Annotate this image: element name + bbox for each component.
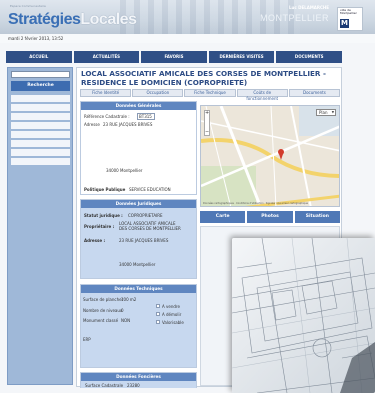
ref-label: Référence Cadastrale :	[84, 114, 130, 119]
sidebar-row[interactable]	[11, 95, 70, 104]
nav-favoris[interactable]: Favoris	[141, 51, 207, 63]
monument-label: Monument classé	[83, 318, 119, 323]
vendre-checkbox[interactable]	[156, 304, 160, 308]
policy-value: SERVICE EDUCATION	[129, 187, 171, 192]
surface-label: Surface de plancher	[83, 297, 124, 302]
panel-juridique-header: Données Juridiques	[81, 200, 196, 208]
demolir-checkbox[interactable]	[156, 312, 160, 316]
nav-accueil[interactable]: Accueil	[6, 51, 72, 63]
map-type-label: Plan	[319, 110, 328, 115]
current-date: mardi 2 février 2013, 13:52	[8, 36, 64, 41]
postal-value: 34000 Montpellier	[106, 168, 143, 173]
map-canvas	[201, 106, 339, 206]
zoom-in-icon[interactable]: +	[205, 111, 209, 116]
monument-value: NON	[121, 318, 131, 323]
juridique-address-label: Adresse :	[84, 238, 106, 243]
sidebar-row[interactable]	[11, 104, 70, 113]
address-label: Adresse	[84, 122, 100, 127]
panel-foncieres-header: Données Foncières	[81, 373, 196, 381]
foncieres-surface-label: Surface Cadastrale	[85, 383, 124, 388]
site-logo[interactable]: StratégiesLocales	[8, 11, 137, 29]
sidebar-row[interactable]	[11, 122, 70, 131]
nav-actualites[interactable]: Actualités	[73, 51, 140, 63]
user-name[interactable]: Luc DELAMARCHE	[289, 5, 329, 10]
city-name: MONTPELLIER	[259, 13, 329, 23]
valorisable-label: Valorisable	[162, 320, 184, 325]
sidebar: Recherche	[7, 67, 73, 385]
city-logo-m: M	[340, 19, 349, 28]
erp-label: ERP	[83, 337, 91, 342]
sidebar-results	[11, 95, 70, 167]
panel-general-header: Données Générales	[81, 102, 196, 110]
search-button[interactable]: Recherche	[11, 81, 70, 91]
tab-documents[interactable]: Documents	[288, 89, 341, 97]
search-input[interactable]	[11, 71, 70, 78]
sidebar-row[interactable]	[11, 149, 70, 158]
chevron-down-icon: ▼	[331, 110, 334, 114]
map-view[interactable]: + − Plan ▼ Données cartographiques · Cond…	[200, 105, 340, 207]
foncieres-surface-value: 23280	[127, 383, 140, 388]
panel-juridique: Données Juridiques Statut juridique : CO…	[80, 199, 197, 279]
blueprint-image	[232, 238, 375, 393]
map-tabs: Carte Photos Situation	[200, 211, 340, 223]
surface-value: 100 m2	[121, 297, 137, 302]
panel-general: Données Générales Référence Cadastrale :…	[80, 101, 197, 195]
map-carte-button[interactable]: Carte	[200, 211, 246, 223]
juridique-postal: 34000 Montpellier	[119, 262, 156, 267]
map-situation-button[interactable]: Situation	[294, 211, 340, 223]
vendre-label: A vendre	[162, 304, 180, 309]
address-value: 23 RUE JACQUES BRIVES	[103, 122, 153, 127]
blueprint-illustration	[232, 238, 375, 393]
sidebar-row[interactable]	[11, 113, 70, 122]
sidebar-row[interactable]	[11, 158, 70, 167]
statut-label: Statut juridique :	[84, 213, 123, 218]
nav-documents[interactable]: Documents	[276, 51, 342, 63]
sidebar-row[interactable]	[11, 131, 70, 140]
date-bar: mardi 2 février 2013, 13:52	[0, 34, 375, 43]
ref-field[interactable]: BT315	[137, 113, 155, 120]
city-logo-text: ville de Montpellier	[340, 8, 357, 16]
tab-fiche-identite[interactable]: Fiche Identité	[80, 89, 132, 97]
panel-technique-header: Données Techniques	[81, 285, 196, 293]
panel-technique: Données Techniques Surface de plancher 1…	[80, 284, 197, 368]
tab-fiche-technique[interactable]: Fiche Technique	[184, 89, 236, 97]
valorisable-checkbox[interactable]	[156, 320, 160, 324]
zoom-control[interactable]: + −	[204, 110, 210, 136]
niveaux-label: Nombre de niveaux	[83, 308, 123, 313]
policy-label: Politique Publique	[84, 187, 126, 192]
main-nav: Accueil Actualités Favoris Dernières Vis…	[6, 51, 342, 63]
niveaux-value: 0	[121, 308, 124, 313]
site-header: Espace Communautaire StratégiesLocales L…	[0, 0, 375, 34]
tab-occupation[interactable]: Occupation	[132, 89, 184, 97]
statut-value: COPROPRIETAIRE	[128, 213, 163, 218]
owner-value: LOCAL ASSOCIATIF AMICALE DES CORSES DE M…	[119, 221, 181, 231]
owner-label: Propriétaire :	[84, 224, 115, 229]
nav-dernieres-visites[interactable]: Dernières Visites	[208, 51, 275, 63]
detail-tabs: Fiche Identité Occupation Fiche Techniqu…	[80, 89, 341, 101]
city-logo: ville de Montpellier M	[337, 7, 363, 31]
header-tagline: Espace Communautaire	[10, 4, 46, 8]
tab-couts[interactable]: Coûts de fonctionnement	[236, 89, 288, 101]
zoom-out-icon[interactable]: −	[205, 130, 209, 135]
page-title: LOCAL ASSOCIATIF AMICALE DES CORSES DE M…	[81, 69, 326, 87]
map-type-dropdown[interactable]: Plan ▼	[316, 109, 336, 116]
map-footer: Données cartographiques · Conditions d'u…	[203, 202, 308, 205]
sidebar-row[interactable]	[11, 140, 70, 149]
map-photos-button[interactable]: Photos	[247, 211, 293, 223]
panel-foncieres: Données Foncières Surface Cadastrale 232…	[80, 372, 197, 388]
demolir-label: A démolir	[162, 312, 182, 317]
juridique-address-value: 23 RUE JACQUES BRIVES	[119, 238, 169, 243]
